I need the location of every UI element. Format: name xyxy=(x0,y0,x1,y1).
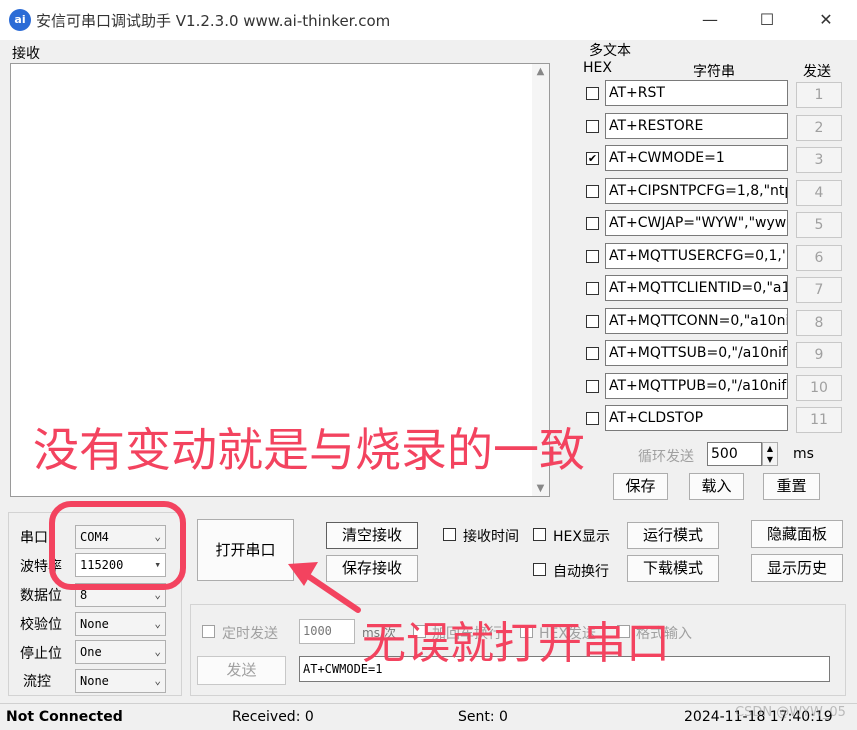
annotation-highlight-circle xyxy=(49,501,186,590)
flow-control-select[interactable]: None ⌄ xyxy=(75,669,166,693)
minimize-button[interactable]: — xyxy=(695,6,725,34)
row-hex-checkbox[interactable] xyxy=(586,217,599,230)
hex-display-checkbox[interactable] xyxy=(533,528,546,541)
row-send-button[interactable]: 3 xyxy=(796,147,842,173)
parity-label: 校验位 xyxy=(20,617,62,633)
send-button[interactable]: 发送 xyxy=(197,656,286,685)
row-string-input[interactable]: AT+MQTTCONN=0,"a10ni xyxy=(605,308,788,334)
row-hex-checkbox[interactable] xyxy=(586,282,599,295)
string-column-header: 字符串 xyxy=(693,64,735,80)
chevron-down-icon: ⌄ xyxy=(154,645,161,658)
row-string-input[interactable]: AT+MQTTUSERCFG=0,1,' xyxy=(605,243,788,269)
receive-time-label: 接收时间 xyxy=(463,529,519,545)
annotation-text-unchanged: 没有变动就是与烧录的一致 xyxy=(33,423,585,477)
timed-send-checkbox[interactable] xyxy=(202,625,215,638)
annotation-arrow-icon xyxy=(288,562,361,613)
row-hex-checkbox[interactable] xyxy=(586,185,599,198)
data-bits-label: 数据位 xyxy=(20,588,62,604)
loop-interval-input[interactable]: 500 xyxy=(707,442,762,466)
row-string-input[interactable]: AT+MQTTCLIENTID=0,"a1 xyxy=(605,275,788,301)
row-send-button[interactable]: 6 xyxy=(796,245,842,271)
row-string-input[interactable]: AT+CLDSTOP xyxy=(605,405,788,431)
row-send-button[interactable]: 8 xyxy=(796,310,842,336)
receive-time-checkbox[interactable] xyxy=(443,528,456,541)
row-string-input[interactable]: AT+MQTTPUB=0,"/a10nifc xyxy=(605,373,788,399)
row-hex-checkbox[interactable]: ✔ xyxy=(586,152,599,165)
window-title: 安信可串口调试助手 V1.2.3.0 www.ai-thinker.com xyxy=(36,12,391,30)
row-send-button[interactable]: 11 xyxy=(796,407,842,433)
port-label: 串口 xyxy=(20,530,48,546)
multi-reset-button[interactable]: 重置 xyxy=(763,473,820,500)
timed-interval-input[interactable]: 1000 xyxy=(299,619,355,644)
row-hex-checkbox[interactable] xyxy=(586,250,599,263)
sent-count: Sent: 0 xyxy=(458,709,508,725)
annotation-text-open-port: 无误就打开串口 xyxy=(362,618,670,669)
row-send-button[interactable]: 9 xyxy=(796,342,842,368)
received-count: Received: 0 xyxy=(232,709,314,725)
status-bar: Not Connected Received: 0 Sent: 0 2024-1… xyxy=(0,703,857,730)
chevron-down-icon: ⌄ xyxy=(154,674,161,687)
download-mode-button[interactable]: 下载模式 xyxy=(627,555,719,582)
clear-receive-button[interactable]: 清空接收 xyxy=(326,522,418,549)
row-hex-checkbox[interactable] xyxy=(586,87,599,100)
stop-bits-select[interactable]: One ⌄ xyxy=(75,640,166,664)
hide-panel-button[interactable]: 隐藏面板 xyxy=(751,520,843,548)
row-hex-checkbox[interactable] xyxy=(586,380,599,393)
row-hex-checkbox[interactable] xyxy=(586,412,599,425)
row-string-input[interactable]: AT+RST xyxy=(605,80,788,106)
row-send-button[interactable]: 5 xyxy=(796,212,842,238)
auto-wrap-checkbox[interactable] xyxy=(533,563,546,576)
row-hex-checkbox[interactable] xyxy=(586,315,599,328)
auto-wrap-label: 自动换行 xyxy=(553,564,609,580)
connection-status: Not Connected xyxy=(6,709,123,725)
row-string-input[interactable]: AT+CWJAP="WYW","wyw1 xyxy=(605,210,788,236)
parity-select[interactable]: None ⌄ xyxy=(75,612,166,636)
app-logo-icon: ai xyxy=(9,9,31,31)
multi-text-title: 多文本 xyxy=(589,43,631,59)
close-button[interactable]: ✕ xyxy=(811,6,841,34)
row-send-button[interactable]: 10 xyxy=(796,375,842,401)
multi-load-button[interactable]: 载入 xyxy=(689,473,744,500)
row-hex-checkbox[interactable] xyxy=(586,120,599,133)
send-column-header: 发送 xyxy=(803,64,831,80)
hex-display-label: HEX显示 xyxy=(553,529,610,545)
receive-label: 接收 xyxy=(12,46,40,62)
hex-column-header: HEX xyxy=(583,60,612,76)
flow-control-label: 流控 xyxy=(23,674,51,690)
scroll-down-icon[interactable]: ▼ xyxy=(532,483,549,494)
loop-interval-spinner[interactable]: ▲ ▼ xyxy=(762,442,778,466)
timed-send-label: 定时发送 xyxy=(222,626,278,642)
row-send-button[interactable]: 2 xyxy=(796,115,842,141)
title-bar: ai 安信可串口调试助手 V1.2.3.0 www.ai-thinker.com… xyxy=(0,0,857,40)
multi-save-button[interactable]: 保存 xyxy=(613,473,668,500)
row-send-button[interactable]: 7 xyxy=(796,277,842,303)
maximize-button[interactable]: ☐ xyxy=(752,6,782,34)
row-string-input[interactable]: AT+MQTTSUB=0,"/a10nifc xyxy=(605,340,788,366)
row-string-input[interactable]: AT+RESTORE xyxy=(605,113,788,139)
row-string-input[interactable]: AT+CWMODE=1 xyxy=(605,145,788,171)
row-send-button[interactable]: 4 xyxy=(796,180,842,206)
stop-bits-label: 停止位 xyxy=(20,646,62,662)
row-hex-checkbox[interactable] xyxy=(586,347,599,360)
loop-send-label: 循环发送 xyxy=(638,449,694,465)
run-mode-button[interactable]: 运行模式 xyxy=(627,522,719,549)
row-string-input[interactable]: AT+CIPSNTPCFG=1,8,"ntp xyxy=(605,178,788,204)
csdn-watermark: CSDN @WYW_05 xyxy=(735,705,846,720)
scroll-up-icon[interactable]: ▲ xyxy=(532,66,549,77)
show-history-button[interactable]: 显示历史 xyxy=(751,554,843,582)
chevron-down-icon: ⌄ xyxy=(154,617,161,630)
row-send-button[interactable]: 1 xyxy=(796,82,842,108)
loop-unit-label: ms xyxy=(793,446,814,462)
